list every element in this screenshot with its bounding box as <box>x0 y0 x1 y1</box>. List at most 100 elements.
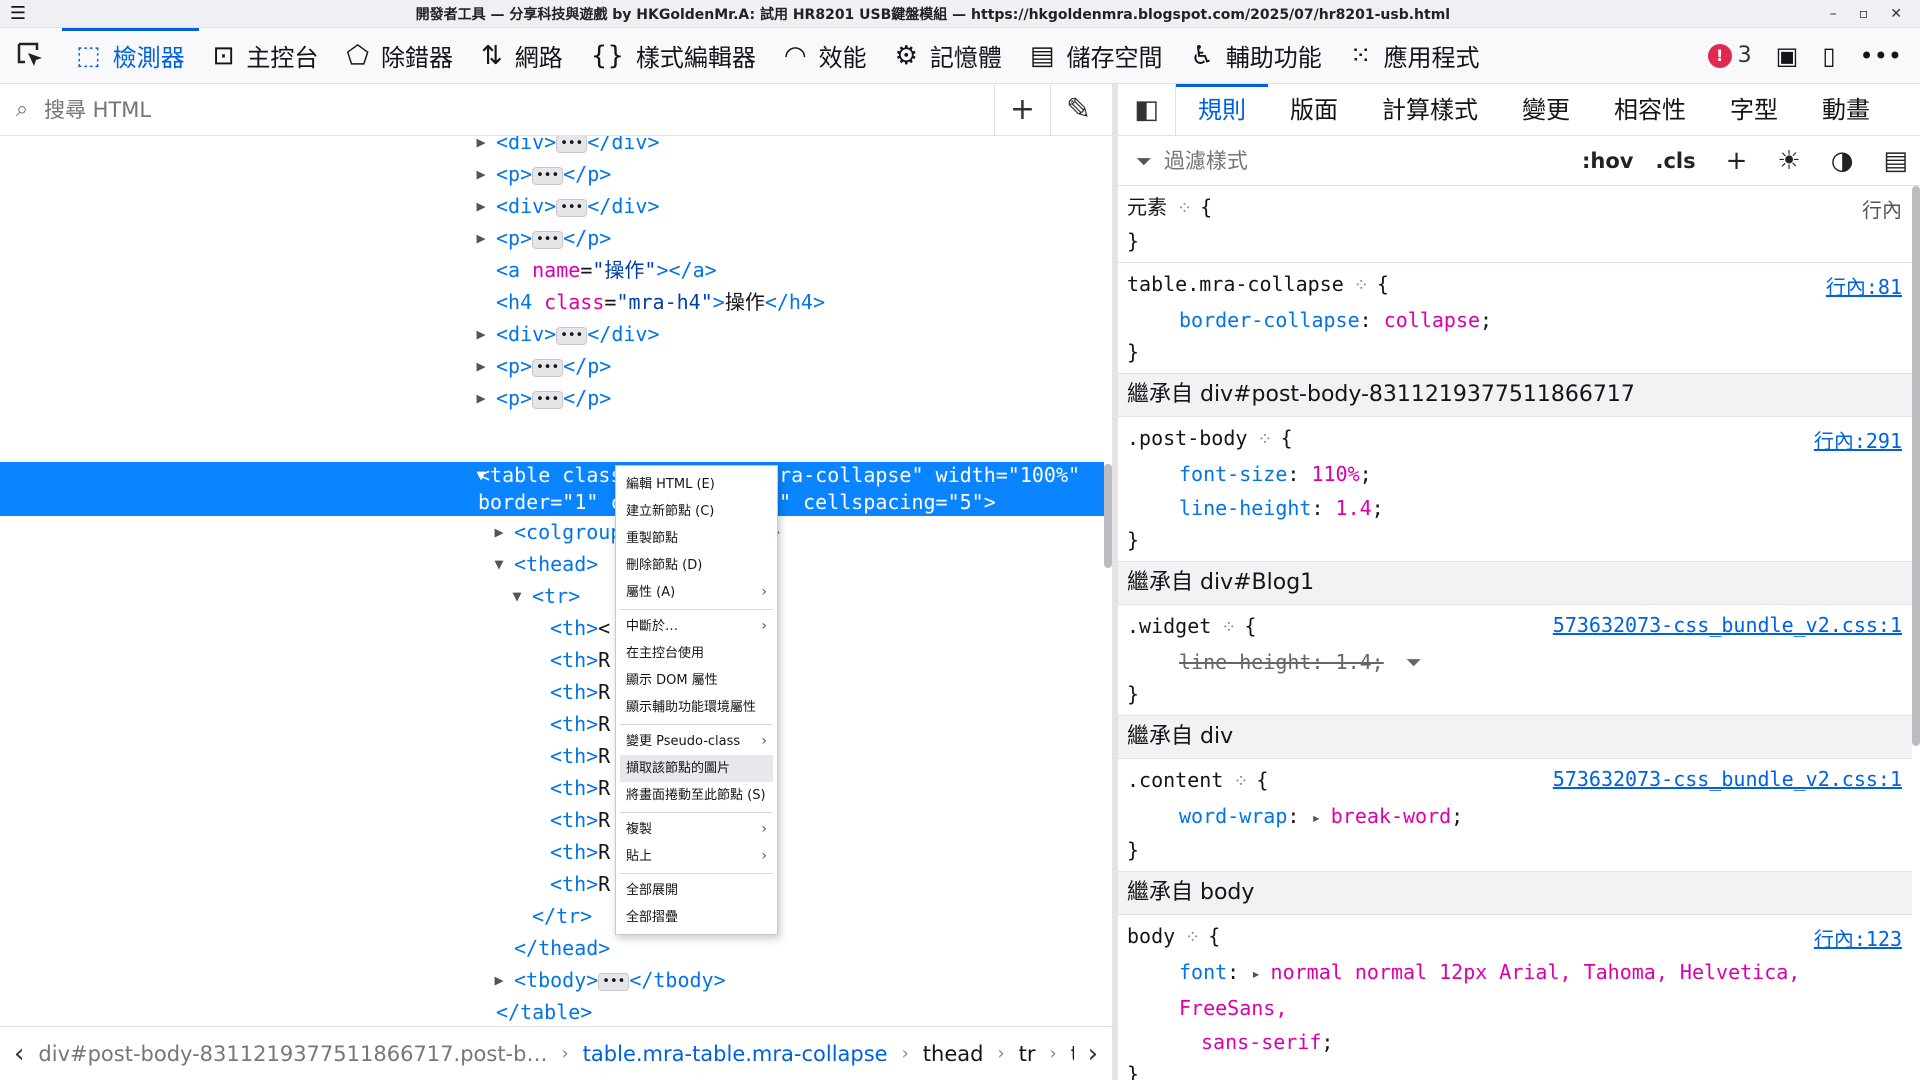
markup-node[interactable]: </thead> <box>0 932 1104 964</box>
tab-performance[interactable]: ◠ 效能 <box>770 28 881 84</box>
context-menu-item[interactable]: 刪除節點 (D) <box>616 552 777 579</box>
css-declaration[interactable]: border-collapse: collapse; <box>1127 303 1912 337</box>
context-menu-item[interactable]: 變更 Pseudo-class › <box>616 728 777 755</box>
twisty-collapsed-icon[interactable]: ▶ <box>470 158 492 190</box>
sidebar-tab[interactable]: 相容性 <box>1592 84 1708 136</box>
css-property[interactable]: line-height <box>1179 496 1311 520</box>
cls-toggle[interactable]: .cls <box>1656 149 1696 173</box>
twisty-collapsed-icon[interactable]: ▶ <box>470 222 492 254</box>
markup-node[interactable]: ▶ <p> ••• </p> <box>0 382 1104 414</box>
tab-application[interactable]: ⁙ 應用程式 <box>1336 28 1494 84</box>
selector-highlight-icon[interactable]: ⁘ <box>1177 198 1192 219</box>
css-value[interactable]: 1.4 <box>1336 496 1372 520</box>
markup-node[interactable]: ▶ <p> ••• </p> <box>0 158 1104 190</box>
css-value[interactable]: normal normal 12px Arial, Tahoma, Helvet… <box>1179 960 1800 1020</box>
expand-twisty-icon[interactable]: ▸ <box>1251 964 1270 983</box>
markup-node[interactable]: ▼ <tr> <box>0 580 1104 612</box>
css-declaration[interactable]: font-size: 110%; <box>1127 457 1912 491</box>
markup-node[interactable]: </tr> <box>0 900 1104 932</box>
rule-selector[interactable]: table.mra-collapse <box>1127 272 1344 296</box>
sidebar-tab[interactable]: 規則 <box>1176 83 1268 136</box>
context-menu-item[interactable]: 建立新節點 (C) <box>616 498 777 525</box>
rule-selector[interactable]: body <box>1127 924 1175 948</box>
context-menu-item[interactable]: 擷取該節點的圖片 <box>620 755 773 782</box>
context-menu-item[interactable]: 將畫面捲動至此節點 (S) <box>616 782 777 809</box>
search-input[interactable] <box>44 97 994 122</box>
tab-accessibility[interactable]: ♿ 輔助功能 <box>1176 28 1335 84</box>
rule-source-link[interactable]: 573632073-css_bundle_v2.css:1 <box>1553 613 1902 637</box>
css-value[interactable]: collapse <box>1384 308 1480 332</box>
css-declaration[interactable]: font: ▸ normal normal 12px Arial, Tahoma… <box>1127 955 1912 1025</box>
markup-node[interactable]: ▼ <thead> <box>0 548 1104 580</box>
markup-node[interactable]: ▶ <div> ••• </div> <box>0 318 1104 350</box>
responsive-design-icon[interactable]: ▯ <box>1822 42 1835 70</box>
rule-selector[interactable]: .widget <box>1127 614 1211 638</box>
markup-node[interactable]: ▶<colgroup> <box>0 516 1104 548</box>
filter-funnel-icon[interactable]: ⏷ <box>1406 645 1422 679</box>
sidebar-tab[interactable]: 字型 <box>1708 84 1800 136</box>
rule-source-link[interactable]: 行內:291 <box>1814 425 1902 454</box>
css-property[interactable]: word-wrap <box>1179 804 1287 828</box>
twisty-collapsed-icon[interactable]: ▶ <box>488 516 510 548</box>
tab-memory[interactable]: ⚙ 記憶體 <box>881 28 1016 84</box>
twisty-collapsed-icon[interactable]: ▶ <box>470 190 492 222</box>
rule-selector[interactable]: 元素 <box>1127 195 1167 219</box>
breadcrumb-item[interactable]: div#post-body-8311219377511866717.post-b… <box>38 1042 547 1066</box>
markup-node[interactable]: </table> <box>0 996 1104 1026</box>
twisty-expanded-icon[interactable]: ▼ <box>506 580 528 612</box>
tab-debugger[interactable]: ⬠ 除錯器 <box>332 28 467 84</box>
more-options-icon[interactable]: ••• <box>1860 42 1902 70</box>
expand-twisty-icon[interactable]: ▸ <box>1311 808 1330 827</box>
markup-node[interactable]: <th>R <box>0 772 1104 804</box>
context-menu-item[interactable]: 複製 › <box>616 816 777 843</box>
tab-inspector[interactable]: ⬚ 檢測器 <box>62 27 199 84</box>
tab-network[interactable]: ⇅ 網路 <box>467 28 577 84</box>
markup-node[interactable]: <a name="操作"></a> <box>0 254 1104 286</box>
css-declaration[interactable]: line-height: 1.4; <box>1127 491 1912 525</box>
context-menu-item[interactable]: 屬性 (A) › <box>616 579 777 606</box>
css-declaration[interactable]: word-wrap: ▸ break-word; <box>1127 799 1912 835</box>
close-icon[interactable]: ✕ <box>1890 6 1902 22</box>
css-declaration[interactable]: line-height: 1.4; ⏷ <box>1127 645 1912 679</box>
context-menu-item[interactable]: 顯示輔助功能環境屬性 <box>616 694 777 721</box>
markup-node[interactable]: <th>R <box>0 836 1104 868</box>
rules-scrollbar[interactable] <box>1912 186 1920 746</box>
markup-node[interactable]: <th>R <box>0 804 1104 836</box>
markup-node[interactable]: ▶ <tbody> ••• </tbody> <box>0 964 1104 996</box>
breadcrumb-item[interactable]: tr <box>1019 1042 1036 1066</box>
css-property[interactable]: border-collapse <box>1179 308 1360 332</box>
light-mode-icon[interactable]: ☀ <box>1777 146 1800 176</box>
hamburger-icon[interactable]: ☰ <box>0 3 36 24</box>
error-count-button[interactable]: ! 3 <box>1707 43 1752 68</box>
rule-selector[interactable]: .post-body <box>1127 426 1247 450</box>
chevron-left-icon[interactable]: ‹ <box>0 1039 38 1069</box>
selector-highlight-icon[interactable]: ⁘ <box>1354 275 1369 296</box>
maximize-icon[interactable]: ▫ <box>1859 6 1869 22</box>
eyedropper-icon[interactable]: ✎ <box>1050 83 1106 136</box>
sidebar-tab[interactable]: 版面 <box>1268 84 1360 136</box>
toggle-sidebar-icon[interactable]: ◧ <box>1118 83 1176 136</box>
twisty-collapsed-icon[interactable]: ▶ <box>470 382 492 414</box>
markup-node[interactable]: <th>R <box>0 676 1104 708</box>
breadcrumb-item[interactable]: thead <box>923 1042 984 1066</box>
css-property[interactable]: font <box>1179 960 1227 984</box>
markup-scrollbar[interactable] <box>1104 464 1112 568</box>
print-media-icon[interactable]: ▤ <box>1883 146 1908 176</box>
twisty-collapsed-icon[interactable]: ▶ <box>470 136 492 158</box>
selector-highlight-icon[interactable]: ⁘ <box>1257 429 1272 450</box>
markup-node[interactable]: ▶ <p> ••• </p> <box>0 222 1104 254</box>
markup-node[interactable]: <th>< <box>0 612 1104 644</box>
rule-selector[interactable]: .content <box>1127 768 1223 792</box>
add-rule-icon[interactable]: + <box>1726 146 1748 176</box>
tab-storage[interactable]: ▤ 儲存空間 <box>1016 28 1177 84</box>
sidebar-tab[interactable]: 計算樣式 <box>1360 84 1500 136</box>
context-menu-item[interactable]: 全部展開 <box>616 877 777 904</box>
dark-mode-icon[interactable]: ◑ <box>1831 146 1854 176</box>
hov-toggle[interactable]: :hov <box>1582 149 1633 173</box>
sidebar-tab[interactable]: 動畫 <box>1800 84 1892 136</box>
context-menu-item[interactable]: 貼上 › <box>616 843 777 870</box>
markup-node[interactable]: ▶ <div> ••• </div> <box>0 136 1104 158</box>
css-property[interactable]: font-size <box>1179 462 1287 486</box>
markup-node[interactable]: <th>R <box>0 708 1104 740</box>
breadcrumb-item[interactable]: table.mra-table.mra-collapse <box>583 1042 888 1066</box>
